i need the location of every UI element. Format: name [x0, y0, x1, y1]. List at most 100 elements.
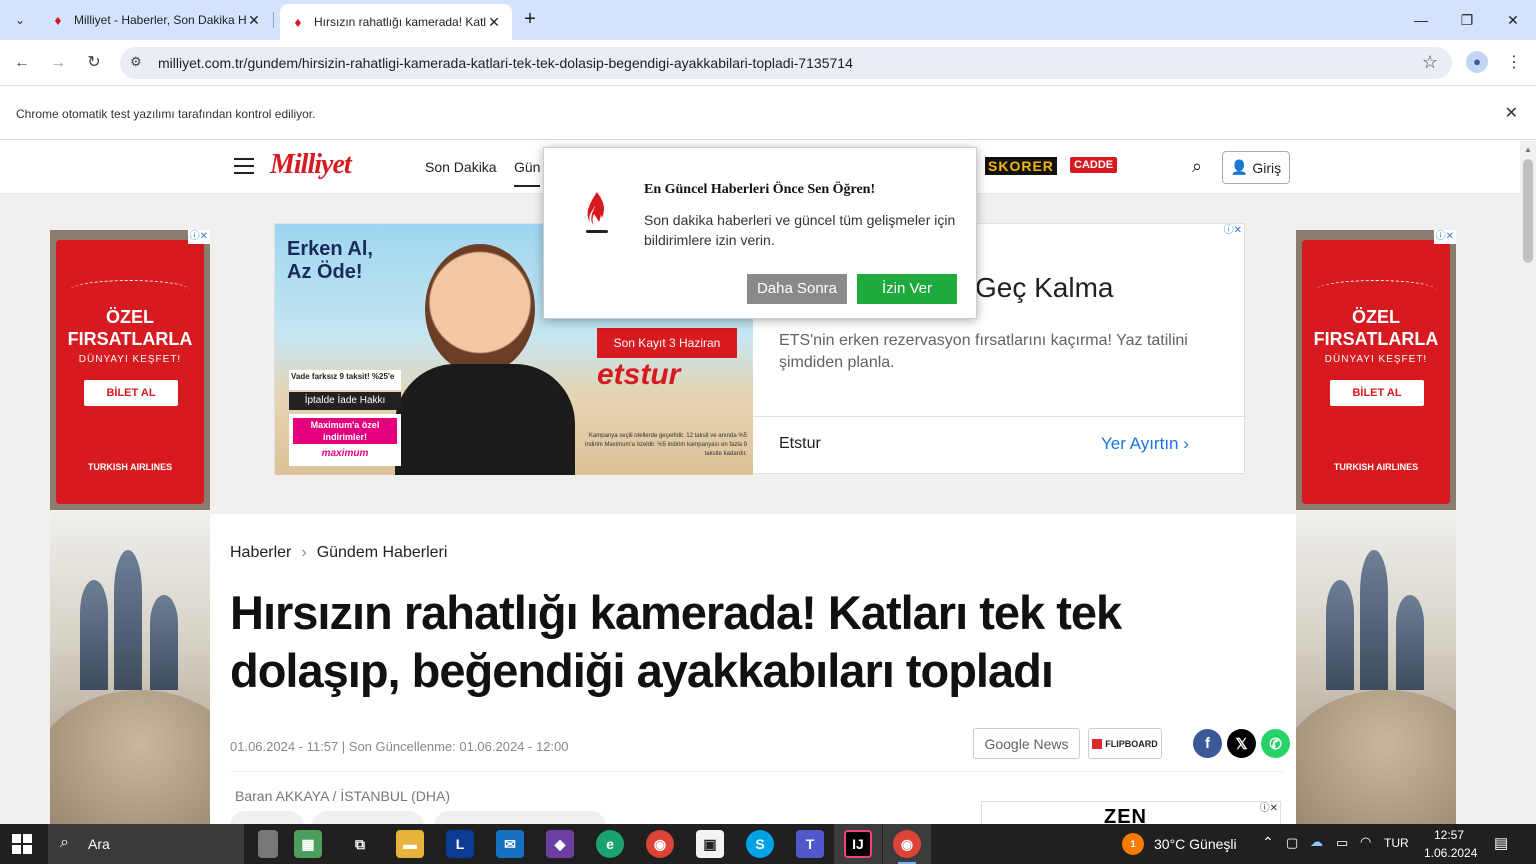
- tab-title: Milliyet - Haberler, Son Dakika Haberler…: [74, 13, 246, 27]
- ad-bilet-al-button[interactable]: BİLET AL: [84, 380, 178, 406]
- onedrive-icon[interactable]: ☁: [1310, 834, 1323, 850]
- clock-date[interactable]: 1.06.2024: [1424, 846, 1477, 860]
- allow-button[interactable]: İzin Ver: [857, 274, 957, 304]
- article-dates: 01.06.2024 - 11:57 | Son Güncellenme: 01…: [230, 739, 569, 754]
- restore-button[interactable]: ❐: [1444, 0, 1490, 40]
- ad-red-panel: ÖZEL FIRSATLARLA DÜNYAYI KEŞFET! BİLET A…: [56, 240, 204, 504]
- minimize-button[interactable]: —: [1398, 0, 1444, 40]
- tag-pill[interactable]: [230, 811, 304, 824]
- reload-button[interactable]: ↻: [82, 51, 106, 75]
- teams-icon[interactable]: T: [796, 830, 824, 858]
- battery-icon[interactable]: ▭: [1336, 835, 1348, 851]
- ad-title[interactable]: Geç Kalma: [975, 272, 1114, 304]
- skype-icon[interactable]: S: [746, 830, 774, 858]
- ad-fine-print: Kampanya seçili otellerde geçerlidir. 12…: [585, 433, 747, 457]
- search-icon[interactable]: ⌕: [1192, 156, 1202, 177]
- cadde-logo[interactable]: CADDE: [1070, 157, 1118, 173]
- ad-headline: ÖZEL FIRSATLARLA: [67, 307, 193, 349]
- zen-ad[interactable]: ZEN ⓘ✕: [981, 801, 1281, 824]
- close-window-button[interactable]: ✕: [1490, 0, 1536, 40]
- ad-choices-icon[interactable]: ⓘ✕: [1221, 224, 1244, 238]
- weather-sun-icon[interactable]: 1: [1122, 833, 1144, 855]
- facebook-share-icon[interactable]: f: [1193, 729, 1222, 758]
- l-app-icon[interactable]: L: [446, 830, 474, 858]
- language-indicator[interactable]: TUR: [1384, 836, 1409, 850]
- weather-badge: 1: [1130, 839, 1136, 849]
- login-button[interactable]: 👤 Giriş: [1222, 151, 1290, 184]
- flipboard-button[interactable]: FLIPBOARD: [1088, 728, 1162, 759]
- later-button[interactable]: Daha Sonra: [747, 274, 847, 304]
- chrome-icon[interactable]: ◉: [646, 830, 674, 858]
- milliyet-logo[interactable]: Milliyet: [270, 149, 352, 181]
- mail-icon[interactable]: ✉: [496, 830, 524, 858]
- maximum-offer: Maximum'a özel indirimler!: [293, 418, 397, 444]
- bookmark-star-icon[interactable]: ☆: [1422, 52, 1438, 73]
- task-view-icon[interactable]: ⧉: [346, 830, 374, 858]
- ad-cta-link[interactable]: Yer Ayırtın ›: [1101, 434, 1189, 454]
- url-text[interactable]: milliyet.com.tr/gundem/hirsizin-rahatlig…: [158, 55, 853, 71]
- clock-time[interactable]: 12:57: [1434, 828, 1464, 842]
- close-tab-icon[interactable]: ✕: [246, 12, 262, 29]
- forward-button[interactable]: →: [46, 51, 70, 75]
- store-icon[interactable]: ▣: [696, 830, 724, 858]
- x-share-icon[interactable]: 𝕏: [1227, 729, 1256, 758]
- chevron-up-icon[interactable]: ⌃: [1262, 834, 1274, 851]
- file-explorer-icon[interactable]: ▬: [396, 830, 424, 858]
- left-side-ad[interactable]: ÖZEL FIRSATLARLA DÜNYAYI KEŞFET! BİLET A…: [50, 230, 210, 824]
- maximum-badge: Maximum'a özel indirimler! maximum: [289, 414, 401, 466]
- wifi-icon[interactable]: ◠: [1360, 834, 1371, 850]
- skorer-logo[interactable]: SKORER: [985, 157, 1057, 175]
- hamburger-menu-icon[interactable]: [234, 158, 254, 179]
- infobar-close-icon[interactable]: ✕: [1505, 103, 1518, 123]
- milliyet-flame-icon: [586, 192, 608, 233]
- new-tab-button[interactable]: +: [518, 8, 542, 32]
- intellij-icon[interactable]: IJ: [844, 830, 872, 858]
- tab-article[interactable]: ♦ Hırsızın rahatlığı kamerada! Katları t…: [280, 4, 512, 40]
- nav-son-dakika[interactable]: Son Dakika: [425, 159, 497, 175]
- weather-text[interactable]: 30°C Güneşli: [1154, 836, 1237, 852]
- model-photo: [425, 244, 535, 374]
- windows-start-icon[interactable]: [12, 834, 32, 854]
- scrollbar-thumb[interactable]: [1523, 159, 1533, 263]
- back-button[interactable]: ←: [10, 51, 34, 75]
- app-icon[interactable]: ◆: [546, 830, 574, 858]
- edge-icon[interactable]: e: [596, 830, 624, 858]
- chevron-right-icon: ›: [301, 544, 307, 561]
- divider: [230, 771, 1284, 772]
- whatsapp-share-icon[interactable]: ✆: [1261, 729, 1290, 758]
- right-side-ad[interactable]: ÖZEL FIRSATLARLA DÜNYAYI KEŞFET! BİLET A…: [1296, 230, 1456, 824]
- article: Haberler › Gündem Haberleri Hırsızın rahat…: [210, 514, 1296, 824]
- nav-gundem[interactable]: Gün: [514, 159, 541, 187]
- close-tab-icon[interactable]: ✕: [486, 14, 502, 31]
- google-news-button[interactable]: Google News: [973, 728, 1080, 759]
- taskbar-search[interactable]: ⌕ Ara ▦: [48, 824, 322, 864]
- tray-app-icon[interactable]: ▢: [1286, 835, 1298, 851]
- page-scrollbar[interactable]: ▲: [1520, 141, 1536, 824]
- zen-logo: ZEN: [1104, 806, 1147, 824]
- breadcrumb-haberler[interactable]: Haberler: [230, 544, 291, 561]
- scroll-up-icon[interactable]: ▲: [1524, 145, 1532, 154]
- address-bar[interactable]: ⚙ milliyet.com.tr/gundem/hirsizin-rahatl…: [120, 47, 1452, 79]
- milliyet-favicon-icon: ♦: [54, 12, 62, 28]
- maximum-logo: maximum: [321, 448, 369, 459]
- tab-search-button[interactable]: ⌄: [8, 8, 32, 32]
- tag-pill[interactable]: [434, 811, 606, 824]
- ad-choices-icon[interactable]: ⓘ✕: [1257, 802, 1280, 816]
- notification-center-icon[interactable]: ▤: [1494, 834, 1508, 852]
- ad-subheadline: DÜNYAYI KEŞFET!: [1324, 354, 1428, 365]
- ad-choices-icon[interactable]: ⓘ✕: [187, 230, 210, 244]
- tab-milliyet-home[interactable]: ♦ Milliyet - Haberler, Son Dakika Haberl…: [40, 4, 272, 36]
- breadcrumb: Haberler › Gündem Haberleri: [230, 544, 447, 562]
- ad-red-panel: ÖZEL FIRSATLARLA DÜNYAYI KEŞFET! BİLET A…: [1302, 240, 1450, 504]
- ad-bilet-al-button[interactable]: BİLET AL: [1330, 380, 1424, 406]
- tag-pill[interactable]: [312, 811, 424, 824]
- chrome-active-icon[interactable]: ◉: [893, 830, 921, 858]
- automation-infobar: Chrome otomatik test yazılımı tarafından…: [0, 87, 1536, 140]
- profile-button[interactable]: ●: [1466, 51, 1490, 75]
- site-info-icon[interactable]: ⚙: [130, 54, 142, 70]
- breadcrumb-gundem[interactable]: Gündem Haberleri: [317, 544, 448, 561]
- menu-kebab-icon[interactable]: ⋮: [1502, 51, 1526, 75]
- ad-cta-label: Yer Ayırtın: [1101, 434, 1179, 453]
- ad-headline: ÖZEL FIRSATLARLA: [1313, 307, 1439, 349]
- ad-choices-icon[interactable]: ⓘ✕: [1433, 230, 1456, 244]
